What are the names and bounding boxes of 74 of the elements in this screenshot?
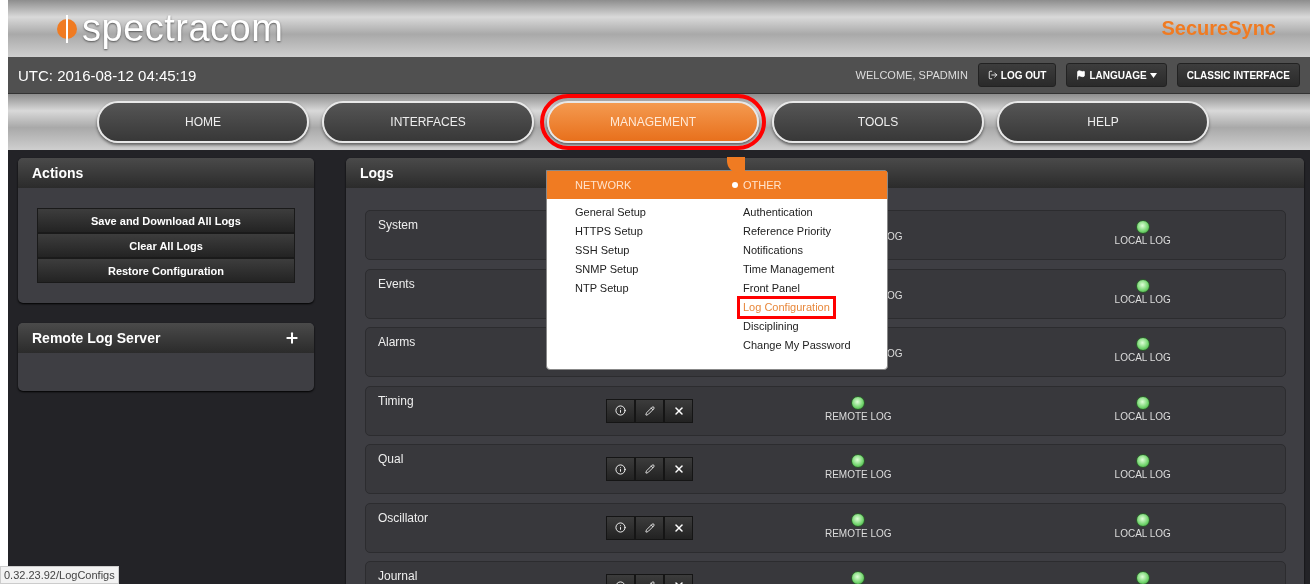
menu-item[interactable]: Time Management [743,260,835,279]
status-url: 0.32.23.92/LogConfigs [0,566,119,584]
info-icon [615,522,626,533]
indicator-label: OG [886,347,903,359]
log-name: Timing [378,393,414,408]
indicator-label: REMOTE LOG [824,410,892,422]
action-button[interactable]: Restore Configuration [37,258,295,283]
menu-heading: OTHER [732,179,887,191]
pencil-icon [644,405,655,416]
edit-button[interactable] [635,398,664,423]
log-name: System [378,218,418,232]
menu-item[interactable]: Notifications [743,241,803,260]
product-name: SecureSync [1161,17,1276,40]
info-button[interactable] [606,398,635,423]
log-name: Events [378,276,415,291]
info-icon [615,405,626,416]
nav-tab[interactable]: HELP [997,101,1209,143]
log-name: Alarms [378,335,416,349]
add-icon[interactable] [284,330,300,346]
menu-item[interactable]: Front Panel [743,279,800,298]
log-name: Oscillator [378,510,428,525]
nav-tab[interactable]: INTERFACES [322,101,534,143]
caret-icon [1149,72,1157,78]
indicator-label: LOCAL LOG [1114,293,1171,305]
info-icon [615,463,626,475]
nav-tab[interactable]: HOME [97,101,309,143]
log-name: Journal [378,569,418,583]
menu-heading: NETWORK [575,179,633,191]
menu-item[interactable]: NTP Setup [575,279,629,298]
logo-icon [56,13,78,44]
close-icon [672,404,685,417]
pencil-icon [644,464,655,474]
menu-item[interactable]: HTTPS Setup [575,222,643,241]
info-button[interactable] [606,457,635,481]
menu-item[interactable]: Authentication [743,203,813,222]
indicator-label: REMOTE LOG [824,527,892,539]
utc-clock: UTC: 2016-08-12 04:45:19 [18,66,197,84]
indicator-label: LOCAL LOG [1114,235,1171,246]
menu-item[interactable]: SNMP Setup [575,260,639,279]
panel-title: Remote Log Server [32,330,161,346]
menu-item[interactable]: Change My Password [743,336,851,355]
indicator-label: OG [886,230,903,242]
indicator-label: OG [886,288,903,301]
nav-tab[interactable]: TOOLS [772,101,984,143]
menu-item[interactable]: SSH Setup [575,241,630,260]
action-button[interactable]: Save and Download All Logs [37,208,295,233]
pencil-icon [644,522,655,533]
delete-button[interactable] [664,398,693,423]
interface-button[interactable]: CLASSIC INTERFACE [1176,63,1300,87]
menu-item[interactable]: Reference Priority [743,222,832,241]
indicator-label: LOCAL LOG [1114,527,1171,539]
panel-title: Actions [32,165,84,181]
panel-title: Logs [360,165,394,181]
delete-button[interactable] [664,515,693,540]
delete-button[interactable] [664,457,693,481]
menu-item[interactable]: General Setup [575,203,646,222]
indicator-label: LOCAL LOG [1114,469,1171,480]
action-button[interactable]: Clear All Logs [37,233,295,258]
edit-button[interactable] [635,457,664,481]
language-dropdown[interactable]: LANGUAGE [1066,63,1167,87]
log-name: Qual [378,452,404,466]
indicator-label: LOCAL LOG [1114,352,1171,363]
indicator-label: LOCAL LOG [1114,410,1171,422]
close-icon [672,521,685,534]
welcome-text: WELCOME, SPADMIN [855,69,968,81]
edit-button[interactable] [635,515,664,540]
logout-icon [987,70,998,80]
indicator-label: REMOTE LOG [824,469,892,480]
menu-item[interactable]: Disciplining [743,317,799,336]
flag-icon [1076,70,1087,80]
close-icon [672,463,685,475]
info-button[interactable] [606,515,635,540]
logout-button[interactable]: LOG OUT [977,63,1057,87]
logo-text: spectracom [82,7,284,50]
